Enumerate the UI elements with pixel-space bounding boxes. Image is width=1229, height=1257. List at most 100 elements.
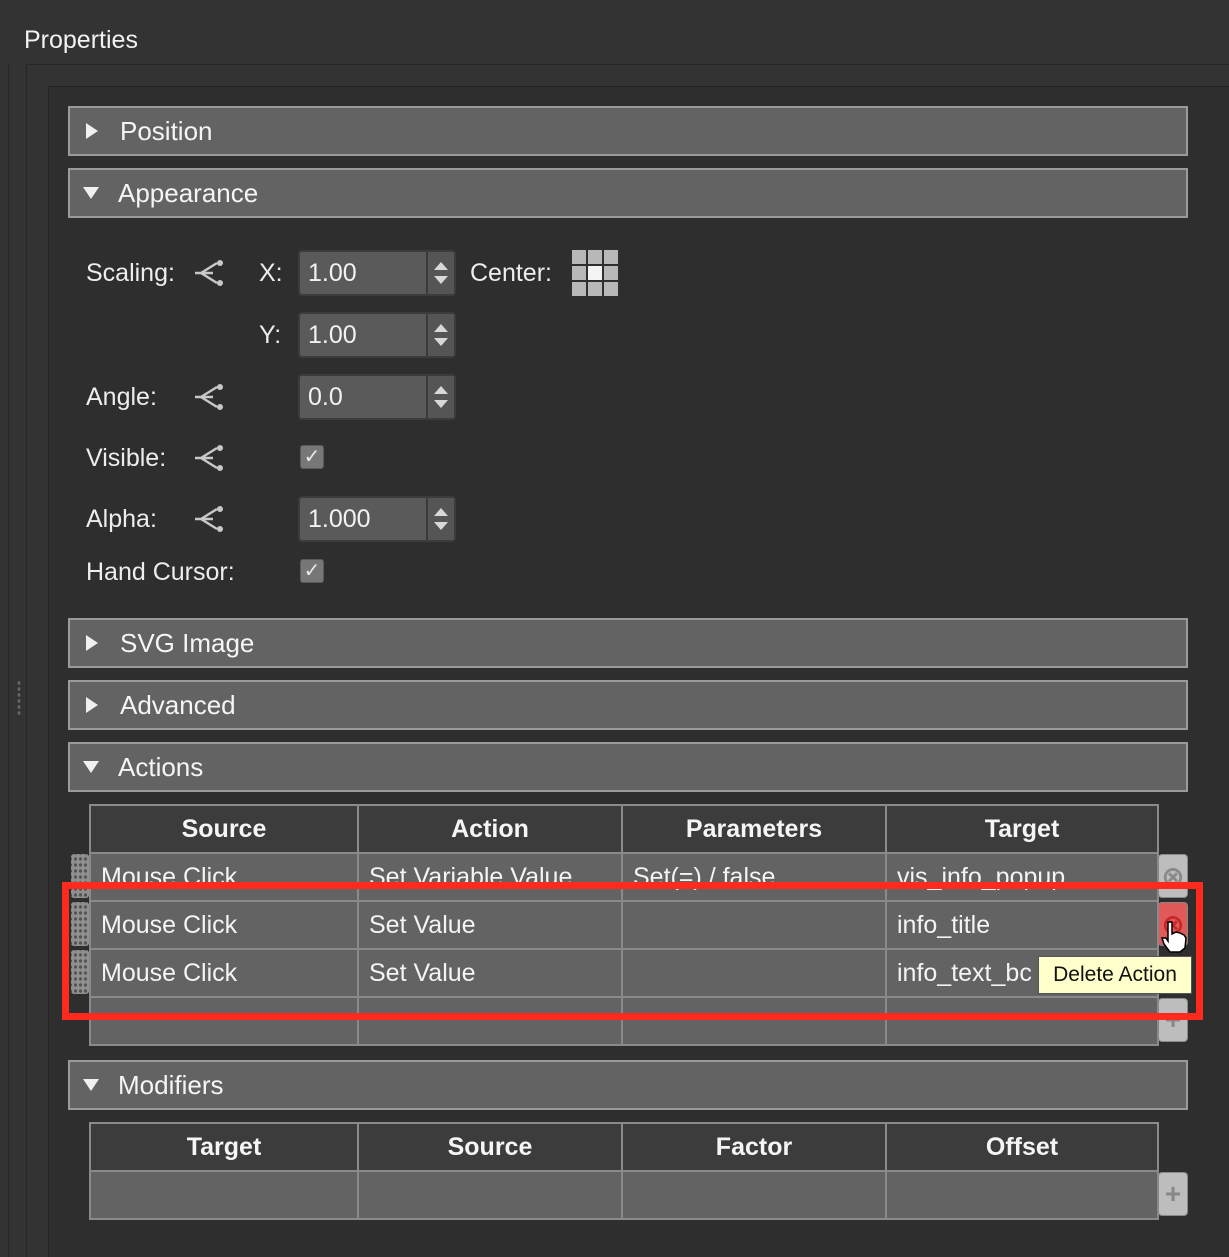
stepper-arrows[interactable] — [426, 252, 454, 294]
stepper-arrows[interactable] — [426, 314, 454, 356]
column-header-factor[interactable]: Factor — [621, 1122, 887, 1172]
anchor-cell[interactable] — [588, 250, 602, 264]
splitter-handle[interactable] — [17, 680, 21, 716]
cell-source[interactable] — [89, 996, 359, 1046]
alpha-value[interactable]: 1.000 — [300, 498, 426, 540]
cell-parameters[interactable] — [621, 996, 887, 1046]
center-label: Center: — [470, 259, 552, 287]
angle-value[interactable]: 0.0 — [300, 376, 426, 418]
column-header-target[interactable]: Target — [885, 804, 1159, 854]
table-row[interactable]: Mouse Click Set Value info_text_bc — [89, 948, 1159, 998]
anchor-cell[interactable] — [572, 282, 586, 296]
down-arrow-icon[interactable] — [434, 338, 448, 346]
cell-target[interactable] — [89, 1170, 359, 1220]
column-header-offset[interactable]: Offset — [885, 1122, 1159, 1172]
hand-cursor-checkbox[interactable]: ✓ — [300, 559, 324, 583]
collapse-arrow-icon — [83, 761, 99, 773]
up-arrow-icon[interactable] — [434, 508, 448, 516]
section-label: Appearance — [118, 177, 259, 208]
link-share-icon[interactable] — [193, 382, 229, 412]
visible-label: Visible: — [86, 444, 167, 472]
scaling-label: Scaling: — [86, 259, 175, 287]
x-label: X: — [259, 259, 283, 287]
panel-title: Properties — [24, 26, 138, 54]
column-header-action[interactable]: Action — [357, 804, 623, 854]
section-label: SVG Image — [120, 627, 255, 658]
scale-y-value[interactable]: 1.00 — [300, 314, 426, 356]
visible-checkbox[interactable]: ✓ — [300, 445, 324, 469]
stepper-arrows[interactable] — [426, 498, 454, 540]
up-arrow-icon[interactable] — [434, 262, 448, 270]
section-appearance[interactable]: Appearance — [68, 168, 1188, 218]
angle-label: Angle: — [86, 383, 157, 411]
cell-parameters[interactable] — [621, 900, 887, 950]
cell-action[interactable]: Set Variable Value — [357, 852, 623, 902]
cell-action[interactable]: Set Value — [357, 948, 623, 998]
link-share-icon[interactable] — [193, 504, 229, 534]
anchor-cell[interactable] — [604, 282, 618, 296]
delete-action-button[interactable]: ⊗ — [1158, 854, 1188, 898]
cell-parameters[interactable] — [621, 948, 887, 998]
cell-target[interactable]: info_title — [885, 900, 1159, 950]
plus-icon: + — [1164, 1004, 1182, 1035]
anchor-cell[interactable] — [572, 250, 586, 264]
cell-target[interactable] — [885, 996, 1159, 1046]
anchor-cell[interactable] — [588, 282, 602, 296]
down-arrow-icon[interactable] — [434, 522, 448, 530]
row-drag-handle[interactable] — [71, 950, 89, 994]
anchor-cell-selected[interactable] — [588, 266, 602, 280]
hand-cursor-icon — [1160, 921, 1187, 953]
cell-source[interactable]: Mouse Click — [89, 948, 359, 998]
anchor-cell[interactable] — [604, 266, 618, 280]
cell-source[interactable]: Mouse Click — [89, 852, 359, 902]
add-modifier-button[interactable]: + — [1158, 1172, 1188, 1216]
expand-arrow-icon — [86, 635, 98, 651]
anchor-cell[interactable] — [572, 266, 586, 280]
tooltip: Delete Action — [1038, 956, 1192, 994]
section-actions[interactable]: Actions — [68, 742, 1188, 792]
angle-stepper[interactable]: 0.0 — [298, 374, 456, 420]
cell-factor[interactable] — [621, 1170, 887, 1220]
section-position[interactable]: Position — [68, 106, 1188, 156]
stepper-arrows[interactable] — [426, 376, 454, 418]
down-arrow-icon[interactable] — [434, 276, 448, 284]
table-row[interactable]: Mouse Click Set Variable Value Set(=) / … — [89, 852, 1159, 902]
cell-source[interactable]: Mouse Click — [89, 900, 359, 950]
cell-action[interactable] — [357, 996, 623, 1046]
center-anchor-grid[interactable] — [572, 250, 618, 296]
table-row-empty[interactable] — [89, 1170, 1159, 1220]
link-share-icon[interactable] — [193, 258, 229, 288]
row-drag-handle[interactable] — [71, 854, 89, 898]
section-modifiers[interactable]: Modifiers — [68, 1060, 1188, 1110]
table-row[interactable]: Mouse Click Set Value info_title — [89, 900, 1159, 950]
scale-x-value[interactable]: 1.00 — [300, 252, 426, 294]
anchor-cell[interactable] — [604, 250, 618, 264]
cell-target[interactable]: vis_info_popup — [885, 852, 1159, 902]
section-label: Modifiers — [118, 1069, 224, 1100]
y-label: Y: — [259, 321, 282, 349]
cell-source[interactable] — [357, 1170, 623, 1220]
section-svg-image[interactable]: SVG Image — [68, 618, 1188, 668]
scale-x-stepper[interactable]: 1.00 — [298, 250, 456, 296]
cell-offset[interactable] — [885, 1170, 1159, 1220]
column-header-source[interactable]: Source — [89, 804, 359, 854]
row-drag-handle[interactable] — [71, 902, 89, 946]
link-share-icon[interactable] — [193, 443, 229, 473]
cell-action[interactable]: Set Value — [357, 900, 623, 950]
column-header-target[interactable]: Target — [89, 1122, 359, 1172]
delete-icon: ⊗ — [1161, 860, 1185, 892]
column-header-source[interactable]: Source — [357, 1122, 623, 1172]
down-arrow-icon[interactable] — [434, 400, 448, 408]
column-header-parameters[interactable]: Parameters — [621, 804, 887, 854]
actions-table: Source Action Parameters Target Mouse Cl… — [89, 804, 1159, 1046]
scale-y-stepper[interactable]: 1.00 — [298, 312, 456, 358]
up-arrow-icon[interactable] — [434, 324, 448, 332]
expand-arrow-icon — [86, 697, 98, 713]
section-advanced[interactable]: Advanced — [68, 680, 1188, 730]
alpha-stepper[interactable]: 1.000 — [298, 496, 456, 542]
modifiers-table: Target Source Factor Offset — [89, 1122, 1159, 1220]
cell-parameters[interactable]: Set(=) / false — [621, 852, 887, 902]
table-row-empty[interactable] — [89, 996, 1159, 1046]
add-action-button[interactable]: + — [1158, 998, 1188, 1042]
up-arrow-icon[interactable] — [434, 386, 448, 394]
